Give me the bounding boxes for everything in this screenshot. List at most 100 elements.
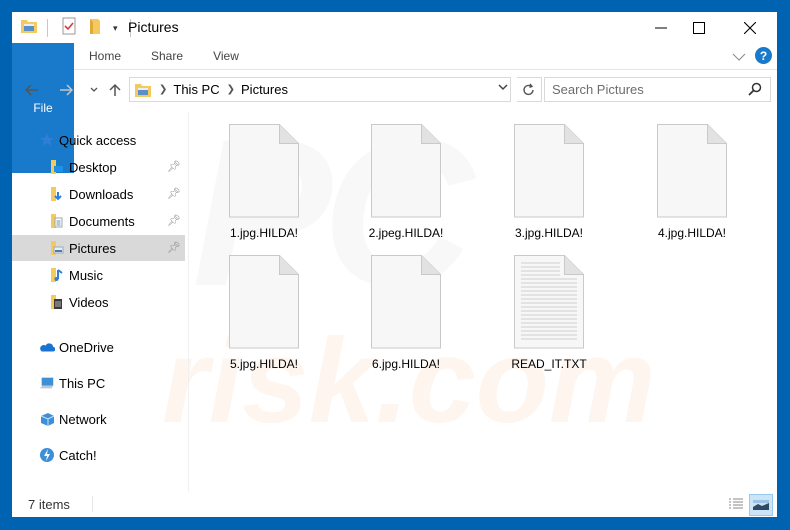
- sidebar-item-label: Downloads: [69, 186, 134, 202]
- blank-file-icon: [229, 124, 299, 218]
- breadcrumb-separator: ❯: [226, 84, 236, 95]
- address-bar[interactable]: ❯ This PC ❯ Pictures: [129, 77, 511, 102]
- sidebar-item-this-pc[interactable]: This PC: [12, 370, 185, 396]
- sidebar-item-label: Catch!: [59, 447, 97, 463]
- sidebar-item-label: OneDrive: [59, 339, 114, 355]
- folder-icon[interactable]: [20, 17, 38, 40]
- music-folder-icon: [49, 267, 65, 283]
- sidebar-item-catch[interactable]: Catch!: [12, 442, 185, 468]
- refresh-button[interactable]: [517, 77, 542, 102]
- sidebar-item-network[interactable]: Network: [12, 406, 185, 432]
- details-view-icon: [729, 498, 743, 509]
- file-item[interactable]: 2.jpeg.HILDA!: [331, 112, 451, 242]
- file-item[interactable]: 6.jpg.HILDA!: [331, 243, 451, 373]
- sidebar-item-desktop[interactable]: Desktop 📌︎: [12, 154, 185, 180]
- tab-share[interactable]: Share: [146, 43, 188, 69]
- tab-view[interactable]: View: [208, 43, 244, 69]
- arrow-left-icon: [25, 84, 38, 96]
- sidebar-item-label: Pictures: [69, 240, 116, 256]
- arrow-right-icon: [60, 84, 73, 96]
- blank-file-icon: [514, 124, 584, 218]
- recent-locations-button[interactable]: [84, 80, 104, 100]
- file-item[interactable]: READ_IT.TXT: [474, 243, 594, 373]
- catch-icon: [39, 447, 55, 463]
- navigation-pane: Quick access Desktop 📌︎ Downloads 📌︎ Doc…: [12, 112, 188, 492]
- back-button[interactable]: [22, 80, 42, 100]
- desktop-folder-icon: [49, 159, 65, 175]
- chevron-down-icon: [90, 87, 98, 92]
- quick-access-toolbar: ▾: [20, 17, 140, 40]
- file-item[interactable]: 5.jpg.HILDA!: [189, 243, 309, 373]
- pictures-folder-icon: [49, 240, 65, 256]
- file-name: 5.jpg.HILDA!: [229, 357, 299, 371]
- blank-file-icon: [371, 255, 441, 349]
- title-bar: ▾ Pictures: [12, 12, 777, 43]
- large-icons-view-icon: [753, 500, 769, 510]
- sidebar-item-pictures[interactable]: Pictures 📌︎: [12, 235, 185, 261]
- sidebar-item-onedrive[interactable]: OneDrive: [12, 334, 185, 360]
- file-name: 3.jpg.HILDA!: [514, 226, 584, 240]
- file-list: 1.jpg.HILDA! 2.jpeg.HILDA! 3.jpg.HILDA! …: [189, 112, 777, 492]
- arrow-up-icon: [109, 83, 121, 96]
- up-button[interactable]: [105, 80, 125, 100]
- maximize-icon: [693, 21, 705, 34]
- sidebar-item-label: Videos: [69, 294, 109, 310]
- pictures-location-icon: [134, 82, 152, 98]
- search-input[interactable]: Search Pictures: [552, 82, 644, 97]
- status-bar: 7 items: [12, 492, 777, 517]
- pin-icon[interactable]: 📌︎: [167, 187, 181, 200]
- help-icon: ?: [759, 48, 768, 63]
- properties-icon[interactable]: [61, 17, 77, 40]
- customize-dropdown-icon[interactable]: ▾: [113, 23, 118, 34]
- breadcrumb-separator: ❯: [159, 84, 168, 95]
- navigation-bar: ❯ This PC ❯ Pictures Search Pictures: [12, 76, 777, 104]
- address-history-dropdown[interactable]: [498, 83, 508, 94]
- pin-icon[interactable]: 📌︎: [167, 241, 181, 254]
- chevron-down-icon: [732, 53, 746, 61]
- file-item[interactable]: 4.jpg.HILDA!: [617, 112, 737, 242]
- onedrive-icon: [39, 339, 55, 355]
- sidebar-item-label: Quick access: [59, 132, 137, 148]
- sidebar-item-videos[interactable]: Videos: [12, 289, 185, 315]
- file-item[interactable]: 3.jpg.HILDA!: [474, 112, 594, 242]
- text-file-icon: [514, 255, 584, 349]
- search-box[interactable]: Search Pictures: [544, 77, 771, 102]
- this-pc-icon: [39, 375, 55, 391]
- file-name: 6.jpg.HILDA!: [371, 357, 441, 371]
- file-name: 4.jpg.HILDA!: [657, 226, 727, 240]
- item-count: 7 items: [28, 497, 70, 512]
- large-icons-view-button[interactable]: [749, 494, 773, 516]
- pin-icon[interactable]: 📌︎: [167, 214, 181, 227]
- sidebar-item-quick-access[interactable]: Quick access: [12, 127, 185, 153]
- close-button[interactable]: [727, 12, 773, 43]
- sidebar-item-documents[interactable]: Documents 📌︎: [12, 208, 185, 234]
- expand-ribbon-button[interactable]: [732, 49, 746, 67]
- sidebar-item-label: Desktop: [69, 159, 117, 175]
- details-view-button[interactable]: [725, 494, 747, 514]
- star-icon: [39, 132, 55, 148]
- search-icon[interactable]: [748, 82, 762, 101]
- blank-file-icon: [371, 124, 441, 218]
- minimize-icon: [655, 27, 667, 28]
- videos-folder-icon: [49, 294, 65, 310]
- pin-icon[interactable]: 📌︎: [167, 160, 181, 173]
- file-name: READ_IT.TXT: [511, 357, 587, 371]
- breadcrumb-this-pc[interactable]: This PC: [173, 82, 219, 97]
- sidebar-item-music[interactable]: Music: [12, 262, 185, 288]
- help-button[interactable]: ?: [755, 47, 772, 64]
- refresh-icon: [523, 83, 534, 95]
- blank-file-icon: [229, 255, 299, 349]
- sidebar-item-label: Music: [69, 267, 103, 283]
- network-icon: [39, 411, 55, 427]
- sidebar-item-label: This PC: [59, 375, 106, 391]
- breadcrumb-pictures[interactable]: Pictures: [241, 82, 288, 97]
- toolbar-separator: [47, 19, 48, 37]
- forward-button[interactable]: [56, 80, 76, 100]
- file-item[interactable]: 1.jpg.HILDA!: [189, 112, 309, 242]
- tab-home[interactable]: Home: [84, 43, 126, 69]
- sidebar-item-downloads[interactable]: Downloads 📌︎: [12, 181, 185, 207]
- blank-file-icon: [657, 124, 727, 218]
- maximize-button[interactable]: [676, 12, 722, 43]
- file-explorer-window: PC risk.com ▾ Pictures File Home Share V…: [12, 12, 777, 517]
- new-folder-icon[interactable]: [89, 17, 101, 40]
